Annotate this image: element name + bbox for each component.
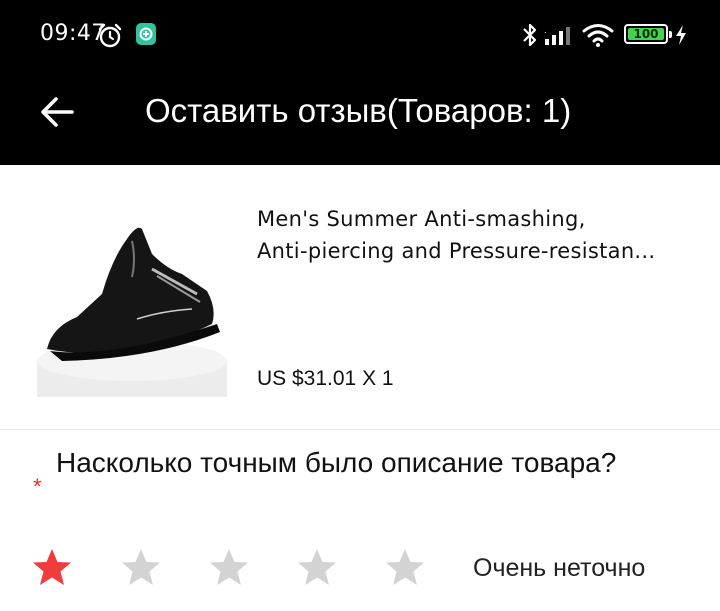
product-name-line2: Anti-piercing and Pressure-resistan... <box>257 239 656 263</box>
app-bar: Оставить отзыв(Товаров: 1) <box>0 68 720 165</box>
star-1-icon[interactable] <box>30 546 74 590</box>
alarm-icon <box>98 23 122 48</box>
star-3-icon[interactable] <box>207 546 251 590</box>
wifi-icon <box>582 24 614 47</box>
product-name-line1: Men's Summer Anti-smashing, <box>257 207 586 231</box>
status-bar: 09:47 . 100 <box>0 0 720 68</box>
product-price: US $31.01 X 1 <box>257 367 394 390</box>
battery-level: 100 <box>628 27 664 41</box>
top-bar: 09:47 . 100 Оставить отзыв(Товаров: 1) <box>0 0 720 165</box>
signal-icon: . <box>544 26 570 45</box>
battery-percent: 100 <box>633 27 659 41</box>
star-4-icon[interactable] <box>295 546 339 590</box>
arrow-left-icon[interactable] <box>36 90 80 134</box>
star-2-icon[interactable] <box>119 546 163 590</box>
star-5-icon[interactable] <box>383 546 427 590</box>
bluetooth-icon <box>523 23 537 47</box>
product-image <box>32 199 232 397</box>
svg-text:.: . <box>544 26 547 35</box>
vpn-shield-icon <box>136 23 156 45</box>
charging-icon <box>676 25 686 45</box>
rating-label: Очень неточно <box>473 554 646 582</box>
product-name[interactable]: Men's Summer Anti-smashing, Anti-piercin… <box>257 203 677 267</box>
required-mark: * <box>33 474 42 499</box>
rating-question: Насколько точным было описание товара? <box>56 447 617 478</box>
product-card: Men's Summer Anti-smashing, Anti-piercin… <box>0 165 720 430</box>
battery-icon: 100 <box>624 24 672 44</box>
page-title: Оставить отзыв(Товаров: 1) <box>145 92 572 129</box>
